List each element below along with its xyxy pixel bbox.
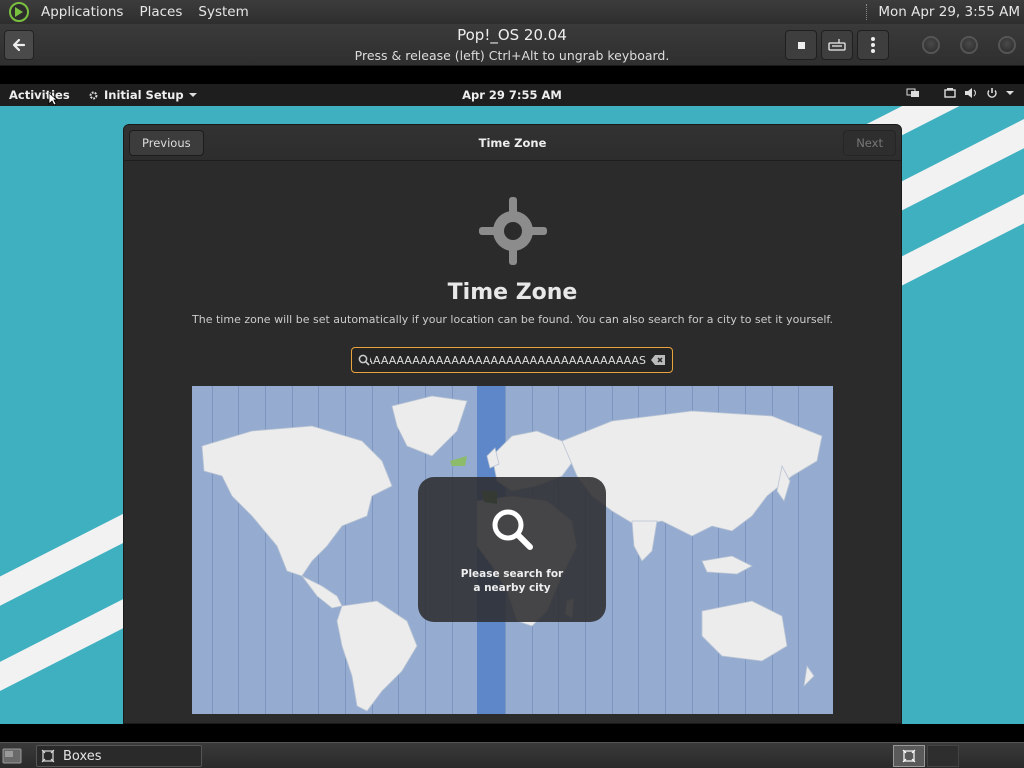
search-hint-text: Please search for a nearby city bbox=[460, 568, 564, 594]
menu-button[interactable] bbox=[857, 30, 889, 60]
guest-display[interactable]: Activities Initial Setup Apr 29 7:55 AM … bbox=[0, 84, 1024, 724]
workspace-1[interactable] bbox=[893, 745, 925, 767]
chevron-down-icon bbox=[1006, 91, 1014, 95]
host-top-panel: Applications Places System Mon Apr 29, 3… bbox=[0, 0, 1024, 24]
show-desktop-icon[interactable] bbox=[2, 747, 22, 765]
next-button[interactable]: Next bbox=[843, 130, 896, 156]
network-icon bbox=[944, 88, 956, 98]
kebab-menu-icon bbox=[871, 37, 875, 53]
power-icon bbox=[987, 88, 997, 98]
location-crosshair-icon bbox=[479, 197, 547, 265]
stop-icon bbox=[798, 42, 805, 49]
search-icon bbox=[492, 509, 533, 550]
setup-window-title: Time Zone bbox=[478, 136, 547, 150]
gnome-top-bar: Activities Initial Setup Apr 29 7:55 AM bbox=[0, 84, 1024, 106]
setup-header-bar: Previous Time Zone Next bbox=[124, 125, 901, 161]
system-tray[interactable] bbox=[906, 87, 1014, 99]
minimize-button[interactable] bbox=[922, 36, 940, 54]
taskbar-window-boxes[interactable]: Boxes bbox=[36, 745, 202, 767]
host-clock[interactable]: Mon Apr 29, 3:55 AM bbox=[878, 4, 1024, 20]
taskbar-window-label: Boxes bbox=[63, 748, 102, 764]
page-description: The time zone will be set automatically … bbox=[192, 313, 833, 326]
search-icon bbox=[358, 354, 370, 366]
search-input-value[interactable]: AAAAAAAAAAAAAAAAAAAAAAAAAAAAAAAAAAAAAAAA… bbox=[370, 354, 650, 367]
boxes-app-icon bbox=[902, 749, 916, 763]
keyboard-icon bbox=[828, 39, 846, 51]
boxes-header-bar: Pop!_OS 20.04 Press & release (left) Ctr… bbox=[0, 24, 1024, 66]
host-bottom-panel: Boxes bbox=[0, 742, 1024, 768]
clear-text-icon[interactable] bbox=[650, 354, 666, 366]
mouse-cursor bbox=[48, 92, 58, 106]
close-button[interactable] bbox=[998, 36, 1016, 54]
boxes-app-icon bbox=[41, 749, 55, 763]
city-search-input[interactable]: AAAAAAAAAAAAAAAAAAAAAAAAAAAAAAAAAAAAAAAA… bbox=[351, 347, 673, 373]
panel-separator bbox=[866, 4, 868, 20]
system-menu[interactable]: System bbox=[190, 4, 256, 20]
timezone-map[interactable]: Please search for a nearby city bbox=[192, 386, 833, 714]
places-menu[interactable]: Places bbox=[131, 4, 190, 20]
keyboard-button[interactable] bbox=[821, 30, 853, 60]
applications-menu[interactable]: Applications bbox=[33, 4, 131, 20]
screens-icon[interactable] bbox=[906, 87, 920, 99]
guest-clock[interactable]: Apr 29 7:55 AM bbox=[0, 88, 1024, 102]
initial-setup-window: Previous Time Zone Next Time Zone The ti… bbox=[123, 124, 902, 724]
mate-menu-icon[interactable] bbox=[9, 2, 29, 22]
page-heading: Time Zone bbox=[447, 280, 578, 305]
stop-button[interactable] bbox=[785, 30, 817, 60]
maximize-button[interactable] bbox=[960, 36, 978, 54]
search-hint-overlay: Please search for a nearby city bbox=[418, 477, 606, 622]
workspace-2[interactable] bbox=[927, 745, 959, 767]
volume-icon bbox=[965, 88, 976, 98]
